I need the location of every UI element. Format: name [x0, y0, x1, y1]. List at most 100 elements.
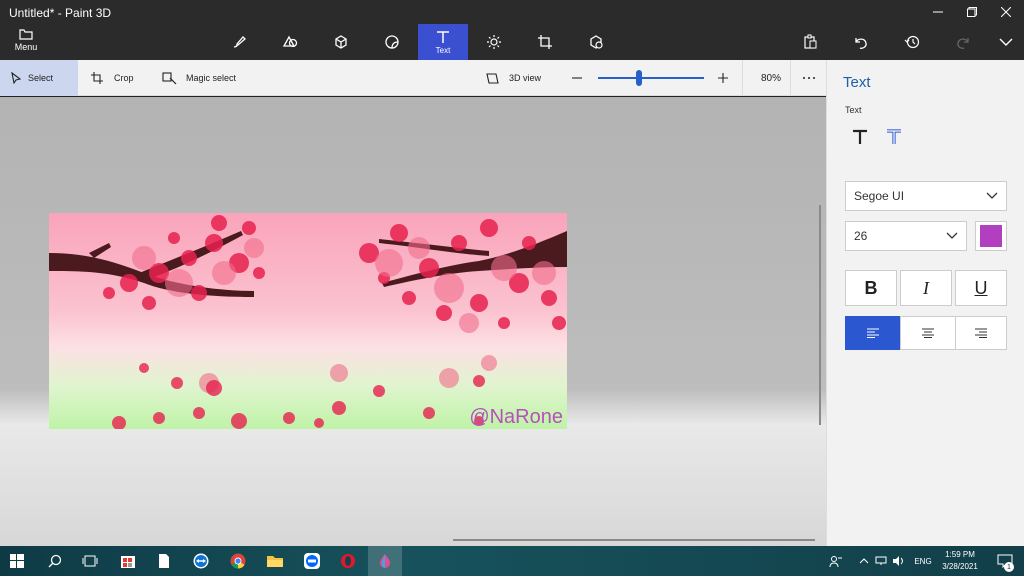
horizontal-scrollbar[interactable]	[453, 539, 815, 541]
notification-badge: 1	[1004, 562, 1014, 572]
network-button[interactable]	[872, 546, 890, 576]
opera-icon	[341, 554, 355, 568]
vertical-scrollbar[interactable]	[819, 205, 821, 425]
clock-date: 3/28/2021	[942, 562, 978, 571]
text-t-icon	[853, 129, 867, 144]
minus-icon	[572, 77, 582, 79]
search-button[interactable]	[38, 546, 72, 576]
crop-icon	[91, 72, 103, 84]
history-button[interactable]	[887, 24, 937, 60]
menu-button[interactable]: Menu	[8, 26, 44, 58]
speaker-icon	[893, 556, 903, 566]
font-size-value: 26	[854, 229, 868, 243]
task-view-button[interactable]	[73, 546, 107, 576]
taskbar-app-store[interactable]	[111, 546, 145, 576]
taskbar-app-notepad[interactable]	[147, 546, 181, 576]
undo-button[interactable]	[836, 24, 886, 60]
3d-view-button[interactable]: 3D view	[485, 60, 541, 96]
zoom-slider[interactable]	[598, 60, 704, 96]
secondary-toolbar: Select Crop Magic select 3D view 80%	[0, 60, 826, 96]
effects-sun-icon	[487, 35, 501, 49]
3d-cube-icon	[335, 35, 347, 49]
align-center-button[interactable]	[900, 316, 956, 350]
paste-button[interactable]	[785, 24, 835, 60]
3d-text-icon	[887, 129, 901, 144]
zalo-icon	[304, 553, 320, 569]
3d-view-icon	[486, 73, 499, 84]
notification-center-button[interactable]: 1	[990, 546, 1020, 576]
task-view-icon	[82, 555, 98, 567]
effects-tool[interactable]	[469, 24, 519, 60]
2d-shapes-icon	[282, 35, 298, 48]
menu-label: Menu	[14, 42, 38, 52]
align-center-icon	[922, 328, 934, 338]
stickers-tool[interactable]	[367, 24, 417, 60]
crop-button[interactable]: Crop	[90, 60, 134, 96]
taskbar-clock[interactable]: 1:59 PM 3/28/2021	[934, 549, 986, 573]
brushes-tool[interactable]	[214, 24, 264, 60]
taskbar-app-file-explorer[interactable]	[258, 546, 292, 576]
brush-icon	[233, 36, 246, 48]
align-right-button[interactable]	[955, 316, 1007, 350]
2d-shapes-tool[interactable]	[265, 24, 315, 60]
taskbar-app-zalo[interactable]	[295, 546, 329, 576]
3d-library-tool[interactable]	[571, 24, 621, 60]
teamviewer-icon	[193, 553, 209, 569]
volume-button[interactable]	[890, 546, 908, 576]
italic-button[interactable]: I	[900, 270, 952, 306]
crop-label: Crop	[114, 73, 134, 83]
taskbar-app-chrome[interactable]	[221, 546, 255, 576]
text-color-picker[interactable]	[975, 221, 1007, 251]
text-tool[interactable]: Text	[418, 24, 468, 60]
align-left-icon	[867, 328, 879, 338]
taskbar-app-paint3d[interactable]	[368, 546, 402, 576]
magic-select-button[interactable]: Magic select	[162, 60, 236, 96]
select-button[interactable]: Select	[0, 60, 78, 96]
underline-button[interactable]: U	[955, 270, 1007, 306]
zoom-slider-thumb[interactable]	[636, 70, 643, 86]
canvas-tool[interactable]	[520, 24, 570, 60]
font-select[interactable]: Segoe UI	[845, 181, 1007, 211]
title-bar: Untitled* - Paint 3D	[0, 0, 1024, 24]
2d-text-button[interactable]	[847, 124, 873, 150]
divider	[742, 60, 743, 96]
taskbar-app-teamviewer[interactable]	[184, 546, 218, 576]
ribbon: Menu Text	[0, 24, 1024, 60]
3d-library-icon	[590, 35, 603, 49]
font-size-select[interactable]: 26	[845, 221, 967, 251]
cursor-icon	[11, 72, 22, 84]
taskbar-app-opera[interactable]	[331, 546, 365, 576]
zoom-out-button[interactable]	[571, 60, 583, 96]
undo-icon	[855, 38, 867, 49]
chevron-up-icon	[859, 558, 869, 564]
magic-select-label: Magic select	[186, 73, 237, 83]
window-title: Untitled* - Paint 3D	[9, 6, 112, 20]
more-options-button[interactable]	[790, 60, 826, 96]
maximize-button[interactable]	[955, 0, 989, 24]
3d-shapes-tool[interactable]	[316, 24, 366, 60]
zoom-level: 80%	[761, 72, 782, 84]
expand-ribbon-button[interactable]	[981, 24, 1024, 60]
minimize-button[interactable]	[921, 0, 955, 24]
start-button[interactable]	[0, 546, 34, 576]
folder-icon	[267, 556, 283, 567]
search-icon	[48, 554, 62, 568]
bold-button[interactable]: B	[845, 270, 897, 306]
paste-icon	[804, 34, 817, 49]
select-label: Select	[28, 73, 54, 83]
align-right-icon	[975, 328, 987, 338]
canvas-image[interactable]: @NaRone	[49, 213, 567, 429]
close-button[interactable]	[989, 0, 1023, 24]
cherry-blossom-artwork	[49, 215, 567, 429]
3d-text-button[interactable]	[881, 124, 907, 150]
clock-time: 1:59 PM	[945, 550, 975, 559]
zoom-in-button[interactable]	[717, 60, 729, 96]
language-indicator[interactable]: ENG	[910, 546, 936, 576]
people-button[interactable]	[824, 546, 848, 576]
chevron-down-icon	[986, 192, 998, 199]
paint-3d-icon	[380, 554, 390, 568]
chevron-down-icon	[999, 38, 1013, 46]
align-left-button[interactable]	[845, 316, 901, 350]
document-icon	[159, 554, 169, 568]
show-hidden-icons-button[interactable]	[855, 546, 873, 576]
